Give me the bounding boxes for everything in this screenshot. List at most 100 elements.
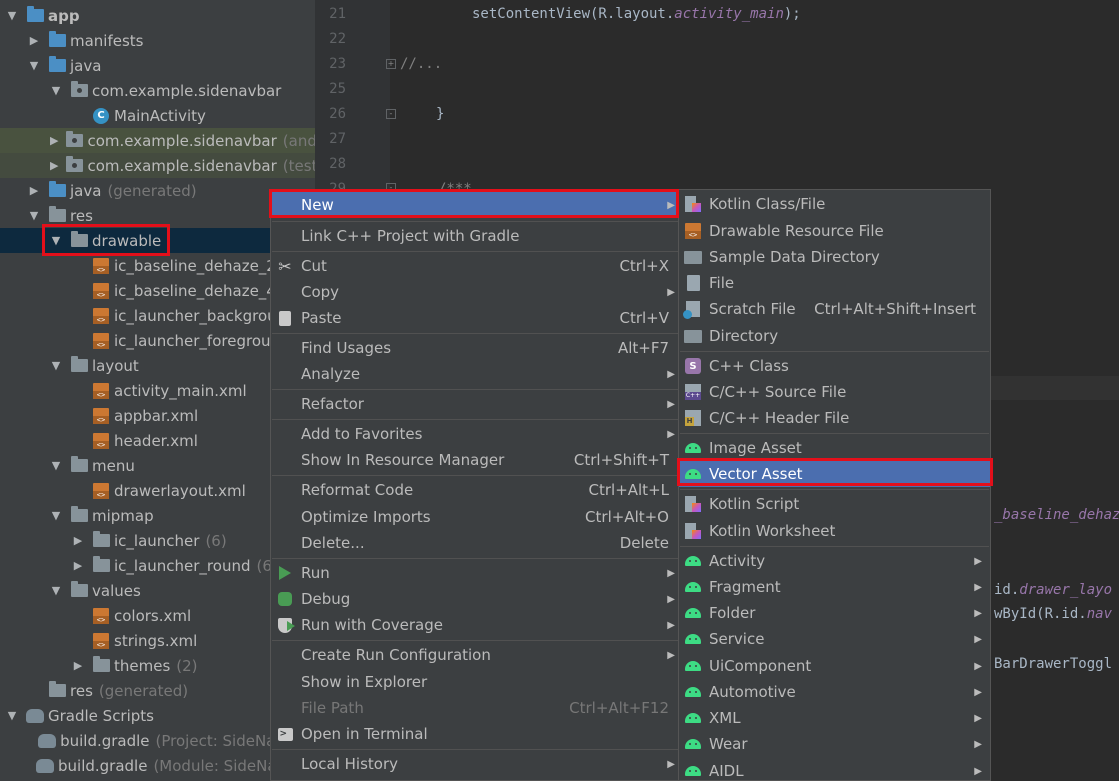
submenu-item-vector-asset[interactable]: Vector Asset [679, 461, 990, 487]
tree-row[interactable]: ▼ app [0, 3, 315, 28]
tree-row[interactable]: ▼ java [0, 53, 315, 78]
tree-row[interactable]: ic_launcher_background [0, 303, 315, 328]
tree-row[interactable]: appbar.xml [0, 403, 315, 428]
submenu-item-c-c-source-file[interactable]: C/C++ Source File [679, 379, 990, 405]
tree-row[interactable]: ▶ com.example.sidenavbar (test) [0, 153, 315, 178]
menu-item-shortcut: Ctrl+Alt+F12 [569, 699, 669, 717]
menu-item-optimize-imports[interactable]: Optimize Imports Ctrl+Alt+O [271, 504, 679, 530]
submenu-item-directory[interactable]: Directory [679, 323, 990, 349]
submenu-item-kotlin-worksheet[interactable]: Kotlin Worksheet [679, 518, 990, 544]
tree-row[interactable]: colors.xml [0, 603, 315, 628]
menu-item-create-run-configuration[interactable]: Create Run Configuration ▶ [271, 642, 679, 668]
expanded-arrow-icon[interactable]: ▼ [50, 584, 62, 597]
fold-marker-icon[interactable]: + [386, 59, 396, 69]
tree-row[interactable]: C MainActivity [0, 103, 315, 128]
scissors-icon: ✂ [278, 256, 292, 276]
expanded-arrow-icon[interactable]: ▼ [6, 709, 18, 722]
menu-item-find-usages[interactable]: Find Usages Alt+F7 [271, 335, 679, 361]
collapsed-arrow-icon[interactable]: ▶ [72, 659, 84, 672]
tree-row[interactable]: ▼ Gradle Scripts [0, 703, 315, 728]
tree-row[interactable]: ▶ themes (2) [0, 653, 315, 678]
expanded-arrow-icon[interactable]: ▼ [50, 84, 62, 97]
menu-item-analyze[interactable]: Analyze ▶ [271, 361, 679, 387]
submenu-item-sample-data-directory[interactable]: Sample Data Directory [679, 244, 990, 270]
menu-item-label: Refactor [301, 395, 364, 413]
tree-row[interactable]: build.gradle (Project: SideNavbar) [0, 728, 315, 753]
menu-item-refactor[interactable]: Refactor ▶ [271, 391, 679, 417]
tree-row[interactable]: ▼ layout [0, 353, 315, 378]
submenu-item-file[interactable]: File [679, 270, 990, 296]
tree-row[interactable]: ic_baseline_dehaze_48 [0, 278, 315, 303]
submenu-arrow-icon: ▶ [974, 738, 982, 750]
submenu-item-c-class[interactable]: S C++ Class [679, 353, 990, 379]
tree-row[interactable]: strings.xml [0, 628, 315, 653]
menu-item-run[interactable]: Run ▶ [271, 560, 679, 586]
tree-row[interactable]: ▶ ic_launcher_round (6) [0, 553, 315, 578]
tree-row[interactable]: ▶ com.example.sidenavbar (androidTest) [0, 128, 315, 153]
menu-item-new[interactable]: New ▶ [271, 192, 679, 218]
collapsed-arrow-icon[interactable]: ▶ [72, 559, 84, 572]
submenu-item-xml[interactable]: XML ▶ [679, 705, 990, 731]
menu-item-show-in-resource-manager[interactable]: Show In Resource Manager Ctrl+Shift+T [271, 447, 679, 473]
submenu-item-scratch-file[interactable]: Scratch File Ctrl+Alt+Shift+Insert [679, 296, 990, 322]
expanded-arrow-icon[interactable]: ▼ [50, 359, 62, 372]
submenu-item-drawable-resource-file[interactable]: Drawable Resource File [679, 218, 990, 244]
tree-label: ic_launcher_round [114, 556, 251, 575]
menu-item-reformat-code[interactable]: Reformat Code Ctrl+Alt+L [271, 477, 679, 503]
menu-item-link-c-project-with-gradle[interactable]: Link C++ Project with Gradle [271, 223, 679, 249]
menu-item-file-path: File Path Ctrl+Alt+F12 [271, 695, 679, 721]
tree-row[interactable]: ▼ drawable [0, 228, 315, 253]
tree-row[interactable]: ▼ mipmap [0, 503, 315, 528]
submenu-item-c-c-header-file[interactable]: C/C++ Header File [679, 405, 990, 431]
collapsed-arrow-icon[interactable]: ▶ [50, 134, 58, 147]
tree-row[interactable]: ▼ values [0, 578, 315, 603]
expanded-arrow-icon[interactable]: ▼ [28, 59, 40, 72]
submenu-arrow-icon: ▶ [667, 758, 675, 770]
menu-item-open-in-terminal[interactable]: > Open in Terminal [271, 721, 679, 747]
code-fragment: _baseline_dehaze [994, 507, 1119, 523]
tree-row[interactable]: ▼ com.example.sidenavbar [0, 78, 315, 103]
submenu-item-automotive[interactable]: Automotive ▶ [679, 679, 990, 705]
tree-row[interactable]: ▼ res [0, 203, 315, 228]
tree-row[interactable]: ▶ java (generated) [0, 178, 315, 203]
submenu-item-folder[interactable]: Folder ▶ [679, 600, 990, 626]
tree-row[interactable]: ▶ manifests [0, 28, 315, 53]
submenu-item-kotlin-class-file[interactable]: Kotlin Class/File [679, 191, 990, 217]
expanded-arrow-icon[interactable]: ▼ [6, 9, 18, 22]
submenu-item-activity[interactable]: Activity ▶ [679, 548, 990, 574]
tree-row[interactable]: header.xml [0, 428, 315, 453]
menu-item-copy[interactable]: Copy ▶ [271, 279, 679, 305]
menu-item-run-with-coverage[interactable]: Run with Coverage ▶ [271, 612, 679, 638]
submenu-item-wear[interactable]: Wear ▶ [679, 731, 990, 757]
submenu-item-fragment[interactable]: Fragment ▶ [679, 574, 990, 600]
submenu-item-aidl[interactable]: AIDL ▶ [679, 758, 990, 781]
menu-item-add-to-favorites[interactable]: Add to Favorites ▶ [271, 421, 679, 447]
collapsed-arrow-icon[interactable]: ▶ [50, 159, 58, 172]
tree-row[interactable]: ic_baseline_dehaze_24 [0, 253, 315, 278]
expanded-arrow-icon[interactable]: ▼ [50, 234, 62, 247]
tree-row[interactable]: build.gradle(Module: SideNavbar.app) [0, 753, 315, 778]
submenu-item-service[interactable]: Service ▶ [679, 626, 990, 652]
menu-item-local-history[interactable]: Local History ▶ [271, 751, 679, 777]
menu-item-cut[interactable]: ✂ Cut Ctrl+X [271, 253, 679, 279]
tree-row[interactable]: drawerlayout.xml [0, 478, 315, 503]
submenu-item-kotlin-script[interactable]: Kotlin Script [679, 491, 990, 517]
tree-row[interactable]: res (generated) [0, 678, 315, 703]
submenu-item-image-asset[interactable]: Image Asset [679, 435, 990, 461]
expanded-arrow-icon[interactable]: ▼ [28, 209, 40, 222]
tree-row[interactable]: ▼ menu [0, 453, 315, 478]
collapsed-arrow-icon[interactable]: ▶ [28, 184, 40, 197]
tree-row[interactable]: ▶ ic_launcher (6) [0, 528, 315, 553]
expanded-arrow-icon[interactable]: ▼ [50, 459, 62, 472]
menu-item-show-in-explorer[interactable]: Show in Explorer [271, 669, 679, 695]
tree-row[interactable]: ic_launcher_foreground [0, 328, 315, 353]
collapsed-arrow-icon[interactable]: ▶ [28, 34, 40, 47]
submenu-item-uicomponent[interactable]: UiComponent ▶ [679, 653, 990, 679]
tree-row[interactable]: activity_main.xml [0, 378, 315, 403]
fold-marker-icon[interactable]: - [386, 109, 396, 119]
menu-item-paste[interactable]: Paste Ctrl+V [271, 305, 679, 331]
menu-item-delete[interactable]: Delete... Delete [271, 530, 679, 556]
menu-item-debug[interactable]: Debug ▶ [271, 586, 679, 612]
collapsed-arrow-icon[interactable]: ▶ [72, 534, 84, 547]
expanded-arrow-icon[interactable]: ▼ [50, 509, 62, 522]
